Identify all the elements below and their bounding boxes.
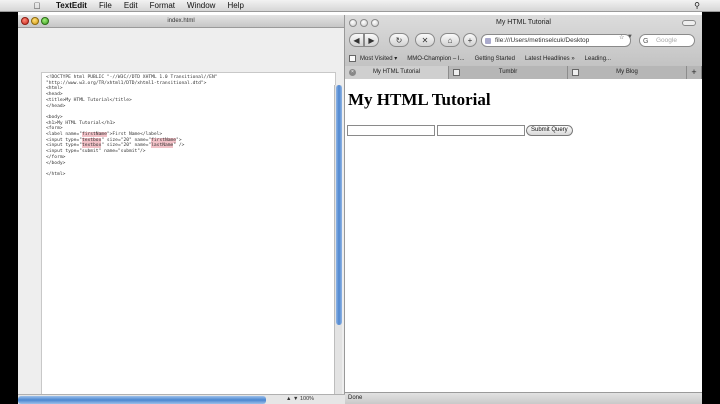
bookmark-latest-headlines[interactable]: Latest Headlines » bbox=[525, 56, 575, 62]
tab-label: Tumblr bbox=[498, 69, 518, 75]
zoom-level[interactable]: ▲ ▼ 100% bbox=[286, 395, 314, 404]
tab-label: My Blog bbox=[616, 69, 638, 75]
code-line: "http://www.w3.org/TR/xhtml1/DTD/xhtml1-… bbox=[46, 80, 207, 86]
highlighted-token: firstName bbox=[81, 132, 107, 138]
tab-my-blog[interactable]: My Blog bbox=[568, 66, 687, 79]
textedit-bottom-bar: ▲ ▼ 100% bbox=[18, 394, 345, 404]
back-button[interactable]: ◀ bbox=[349, 33, 364, 47]
close-tab-icon[interactable]: × bbox=[349, 69, 356, 76]
bookmark-most-visited[interactable]: Most Visited ▾ bbox=[360, 55, 397, 62]
menu-window[interactable]: Window bbox=[187, 1, 215, 10]
page-heading: My HTML Tutorial bbox=[348, 90, 491, 109]
bookmark-mmo-champion[interactable]: MMO-Champion – I... bbox=[407, 56, 464, 62]
textedit-titlebar: index.html bbox=[18, 15, 344, 28]
add-bookmark-icon[interactable]: + bbox=[463, 33, 477, 47]
reload-icon[interactable]: ↻ bbox=[389, 33, 409, 47]
menu-app-name[interactable]: TextEdit bbox=[56, 1, 87, 10]
apple-icon[interactable]:  bbox=[30, 1, 44, 11]
spotlight-icon[interactable]: ⚲ bbox=[694, 1, 700, 10]
toolbar-toggle-button[interactable] bbox=[682, 20, 696, 26]
menu-help[interactable]: Help bbox=[227, 1, 243, 10]
highlighted-token: lastName bbox=[151, 143, 174, 149]
last-name-input[interactable] bbox=[437, 125, 525, 136]
tumblr-favicon-icon bbox=[453, 69, 460, 76]
code-text[interactable]: <!DOCTYPE html PUBLIC "-//W3C//DTD XHTML… bbox=[46, 75, 217, 178]
horizontal-scrollbar[interactable] bbox=[18, 396, 266, 404]
home-icon[interactable]: ⌂ bbox=[440, 33, 460, 47]
scroll-thumb[interactable] bbox=[336, 85, 342, 325]
window-controls bbox=[21, 17, 49, 25]
code-line: </html> bbox=[46, 171, 66, 177]
submit-query-button[interactable]: Submit Query bbox=[526, 125, 573, 136]
bookmarks-bar: Most Visited ▾ MMO-Champion – I... Getti… bbox=[345, 53, 702, 64]
menu-edit[interactable]: Edit bbox=[124, 1, 138, 10]
web-page: My HTML Tutorial Submit Query bbox=[345, 80, 702, 392]
forward-button[interactable]: ▶ bbox=[364, 33, 379, 47]
bookmarks-icon[interactable] bbox=[349, 55, 356, 62]
bookmark-leading[interactable]: Leading... bbox=[585, 56, 611, 62]
tab-bar: × My HTML Tutorial Tumblr My Blog + bbox=[345, 66, 702, 79]
plus-icon: + bbox=[691, 67, 697, 77]
tab-my-html-tutorial[interactable]: × My HTML Tutorial bbox=[345, 66, 449, 79]
new-tab-button[interactable]: + bbox=[687, 66, 702, 79]
textedit-window: index.html <!DOCTYPE html PUBLIC "-//W3C… bbox=[18, 15, 345, 404]
bookmark-star-icon[interactable]: ☆ bbox=[619, 34, 624, 41]
stop-icon[interactable]: ✕ bbox=[415, 33, 435, 47]
tab-label: My HTML Tutorial bbox=[372, 69, 421, 75]
site-favicon-icon bbox=[485, 38, 491, 44]
browser-title: My HTML Tutorial bbox=[496, 19, 551, 26]
first-name-input[interactable] bbox=[347, 125, 435, 136]
minimize-window-button[interactable] bbox=[31, 17, 39, 25]
safari-window: My HTML Tutorial ◀ ▶ ↻ ✕ ⌂ + file:///Use… bbox=[345, 15, 702, 404]
bookmark-getting-started[interactable]: Getting Started bbox=[475, 56, 515, 62]
search-placeholder: Google bbox=[656, 37, 677, 44]
highlighted-token: textbox bbox=[81, 137, 102, 143]
menubar:  TextEdit File Edit Format Window Help … bbox=[0, 0, 720, 12]
address-text: file:///Users/metinselcuk/Desktop bbox=[495, 37, 590, 44]
search-input[interactable]: G Google bbox=[639, 34, 695, 47]
code-line: <!DOCTYPE html PUBLIC "-//W3C//DTD XHTML… bbox=[46, 75, 218, 80]
address-bar[interactable]: file:///Users/metinselcuk/Desktop bbox=[481, 34, 631, 47]
menu-format[interactable]: Format bbox=[150, 1, 175, 10]
browser-chrome: My HTML Tutorial ◀ ▶ ↻ ✕ ⌂ + file:///Use… bbox=[345, 15, 702, 79]
letterbox-left bbox=[0, 0, 18, 404]
textedit-document[interactable]: <!DOCTYPE html PUBLIC "-//W3C//DTD XHTML… bbox=[41, 72, 336, 404]
highlighted-token: textbox bbox=[81, 143, 102, 149]
letterbox-right bbox=[702, 0, 720, 404]
status-bar: Done bbox=[345, 392, 702, 404]
zoom-window-button[interactable] bbox=[41, 17, 49, 25]
search-icon: G bbox=[643, 38, 649, 45]
highlighted-token: firstName bbox=[151, 137, 177, 143]
close-window-button[interactable] bbox=[21, 17, 29, 25]
tab-tumblr[interactable]: Tumblr bbox=[449, 66, 568, 79]
textedit-title: index.html bbox=[167, 18, 195, 24]
vertical-scrollbar[interactable] bbox=[334, 85, 342, 404]
address-dropdown-icon[interactable]: ▼ bbox=[627, 34, 633, 40]
menu-file[interactable]: File bbox=[99, 1, 112, 10]
blog-favicon-icon bbox=[572, 69, 579, 76]
